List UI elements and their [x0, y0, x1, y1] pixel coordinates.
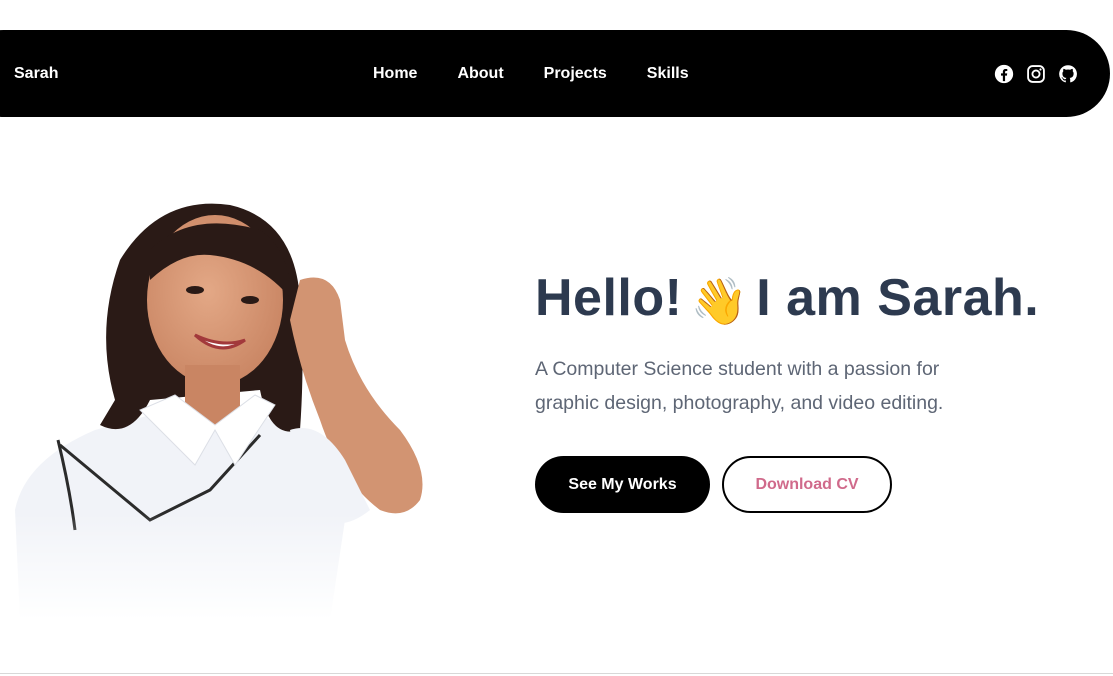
- navbar: Sarah Home About Projects Skills: [0, 30, 1110, 117]
- waving-hand-icon: 👋: [690, 274, 749, 327]
- section-divider: [0, 673, 1113, 674]
- nav-link-skills[interactable]: Skills: [647, 65, 689, 83]
- profile-photo: [0, 190, 440, 620]
- download-cv-button[interactable]: Download CV: [722, 456, 892, 513]
- hero-title-name: I am Sarah.: [756, 269, 1040, 327]
- hero-title: Hello! 👋 I am Sarah.: [535, 268, 1039, 329]
- social-links: [994, 64, 1078, 84]
- brand-logo[interactable]: Sarah: [14, 65, 58, 83]
- facebook-icon[interactable]: [994, 64, 1014, 84]
- instagram-icon[interactable]: [1026, 64, 1046, 84]
- hero-title-greeting: Hello!: [535, 269, 683, 327]
- github-icon[interactable]: [1058, 64, 1078, 84]
- see-my-works-button[interactable]: See My Works: [535, 456, 710, 513]
- hero-subtitle: A Computer Science student with a passio…: [535, 358, 944, 414]
- nav-link-projects[interactable]: Projects: [544, 65, 607, 83]
- nav-link-about[interactable]: About: [457, 65, 503, 83]
- nav-links: Home About Projects Skills: [373, 65, 689, 83]
- page: Sarah Home About Projects Skills Hello! …: [0, 0, 1113, 676]
- nav-link-home[interactable]: Home: [373, 65, 417, 83]
